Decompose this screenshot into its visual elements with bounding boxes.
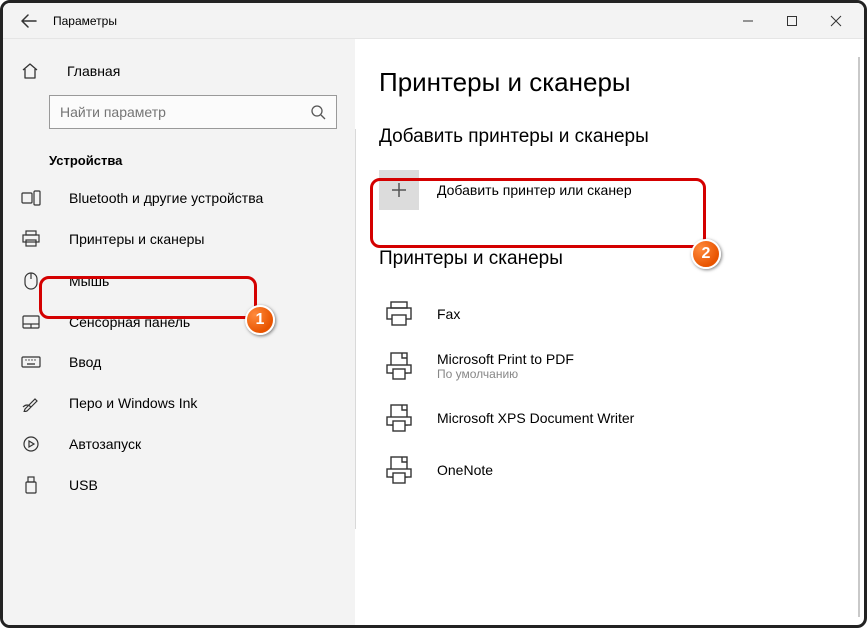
close-button[interactable] — [814, 3, 858, 39]
divider-line — [355, 129, 356, 529]
printer-name: Fax — [437, 306, 460, 322]
printer-doc-icon — [379, 453, 419, 487]
window-title: Параметры — [49, 14, 117, 28]
printer-name: Microsoft XPS Document Writer — [437, 410, 634, 426]
sidebar-item-label: Bluetooth и другие устройства — [69, 190, 263, 206]
search-field[interactable] — [60, 104, 310, 120]
add-printer-label: Добавить принтер или сканер — [437, 182, 632, 198]
printer-doc-icon — [379, 349, 419, 383]
minimize-button[interactable] — [726, 3, 770, 39]
sidebar: Главная Устройства Bluetooth и другие ус… — [3, 39, 355, 625]
printers-section-heading: Принтеры и сканеры — [379, 248, 864, 270]
sidebar-item-label: Принтеры и сканеры — [69, 231, 204, 247]
settings-window: Параметры Главная Устройства — [0, 0, 867, 628]
sidebar-item-pen[interactable]: Перо и Windows Ink — [3, 382, 355, 424]
main-content: Принтеры и сканеры Добавить принтеры и с… — [355, 39, 864, 625]
search-input[interactable] — [49, 95, 337, 129]
printer-name: Microsoft Print to PDF — [437, 351, 574, 367]
home-link[interactable]: Главная — [3, 57, 355, 95]
keyboard-icon — [21, 356, 41, 368]
home-label: Главная — [67, 63, 120, 79]
home-icon — [21, 63, 39, 79]
printer-item-xps[interactable]: Microsoft XPS Document Writer — [379, 392, 719, 444]
sidebar-item-usb[interactable]: USB — [3, 464, 355, 506]
sidebar-item-label: Перо и Windows Ink — [69, 395, 197, 411]
add-printer-button[interactable]: Добавить принтер или сканер — [379, 166, 699, 214]
search-icon — [310, 104, 328, 120]
sidebar-section-heading: Устройства — [3, 147, 355, 178]
sidebar-item-label: Сенсорная панель — [69, 314, 190, 330]
sidebar-item-typing[interactable]: Ввод — [3, 342, 355, 382]
sidebar-item-printers[interactable]: Принтеры и сканеры — [3, 218, 355, 260]
printer-icon — [379, 297, 419, 331]
sidebar-nav: Bluetooth и другие устройства Принтеры и… — [3, 178, 355, 506]
sidebar-item-label: Ввод — [69, 354, 101, 370]
titlebar: Параметры — [3, 3, 864, 39]
touchpad-icon — [21, 315, 41, 329]
printer-sub: По умолчанию — [437, 367, 574, 381]
printer-doc-icon — [379, 401, 419, 435]
back-button[interactable] — [9, 3, 49, 39]
mouse-icon — [21, 272, 41, 290]
sidebar-item-mouse[interactable]: Мышь — [3, 260, 355, 302]
autoplay-icon — [21, 436, 41, 452]
page-title: Принтеры и сканеры — [379, 67, 864, 98]
printer-item-pdf[interactable]: Microsoft Print to PDF По умолчанию — [379, 340, 719, 392]
maximize-button[interactable] — [770, 3, 814, 39]
scrollbar[interactable] — [858, 57, 860, 617]
sidebar-item-autoplay[interactable]: Автозапуск — [3, 424, 355, 464]
add-section-heading: Добавить принтеры и сканеры — [379, 126, 864, 148]
sidebar-item-label: Мышь — [69, 273, 109, 289]
sidebar-item-bluetooth[interactable]: Bluetooth и другие устройства — [3, 178, 355, 218]
devices-icon — [21, 190, 41, 206]
sidebar-item-touchpad[interactable]: Сенсорная панель — [3, 302, 355, 342]
plus-icon — [379, 170, 419, 210]
printer-item-onenote[interactable]: OneNote — [379, 444, 719, 496]
printer-item-fax[interactable]: Fax — [379, 288, 719, 340]
printer-icon — [21, 230, 41, 248]
sidebar-item-label: USB — [69, 477, 98, 493]
printer-name: OneNote — [437, 462, 493, 478]
pen-icon — [21, 394, 41, 412]
sidebar-item-label: Автозапуск — [69, 436, 141, 452]
usb-icon — [21, 476, 41, 494]
